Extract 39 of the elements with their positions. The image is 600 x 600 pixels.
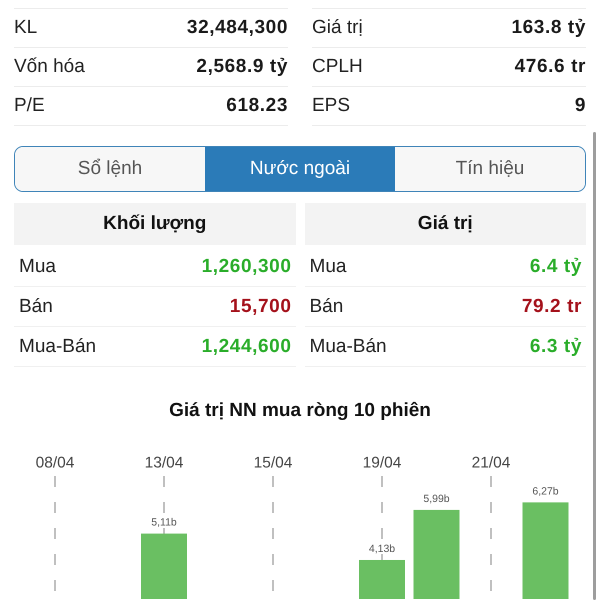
stat-label: KL — [14, 17, 38, 39]
stat-label: EPS — [312, 95, 350, 117]
stat-value: 618.23 — [226, 95, 288, 117]
stat-value: 9 — [574, 95, 586, 117]
value-label: 5,11b — [151, 516, 177, 529]
table-header: Khối lượng — [14, 203, 296, 245]
row-label: Mua-Bán — [310, 336, 387, 358]
stat-label: Vốn hóa — [14, 56, 85, 78]
stat-value: 163.8 tỷ — [511, 17, 586, 39]
row-value: 6.3 tỷ — [530, 336, 582, 358]
value-label: 6,27b — [532, 485, 559, 498]
table-header: Giá trị — [304, 203, 586, 245]
stat-label: P/E — [14, 95, 45, 117]
axis-label: 21/04 — [472, 454, 510, 472]
bar — [141, 534, 187, 599]
row-value: 79.2 tr — [522, 296, 582, 318]
row-label: Mua — [19, 256, 56, 278]
bar — [359, 560, 405, 599]
axis-label: 13/04 — [144, 454, 184, 472]
row-value: 1,244,600 — [202, 336, 292, 358]
stat-label: CPLH — [312, 56, 363, 78]
value-label: 5,99b — [423, 492, 450, 505]
stat-value: 476.6 tr — [514, 56, 586, 78]
axis-label: 19/04 — [362, 454, 402, 472]
row-label: Mua-Bán — [19, 336, 96, 358]
row-label: Mua — [310, 256, 346, 278]
axis-label: 08/04 — [36, 454, 74, 472]
stat-value: 2,568.9 tỷ — [196, 56, 288, 78]
tab[interactable]: Nước ngoài — [205, 147, 395, 191]
value-label: 4,13b — [368, 542, 396, 555]
row-label: Bán — [310, 296, 344, 318]
row-value: 6.4 tỷ — [530, 256, 582, 278]
row-label: Bán — [19, 296, 53, 318]
row-value: 15,700 — [230, 296, 292, 318]
chart-title: Giá trị NN mua ròng 10 phiên — [168, 399, 432, 423]
stat-label: Giá trị — [312, 17, 363, 39]
axis-label: 15/04 — [254, 454, 292, 472]
stat-value: 32,484,300 — [186, 17, 288, 39]
row-value: 1,260,300 — [202, 256, 292, 278]
